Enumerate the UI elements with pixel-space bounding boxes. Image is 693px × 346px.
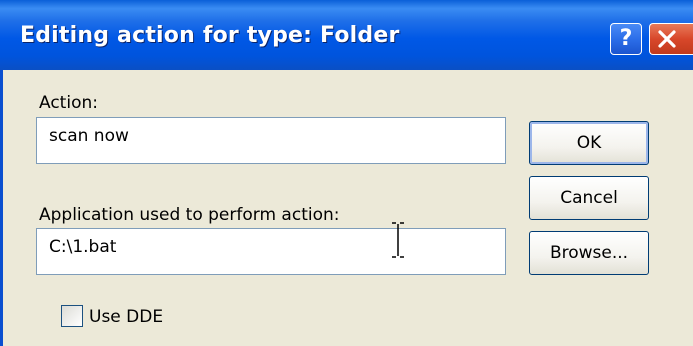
- edit-action-dialog: Editing action for type: Folder ? Action…: [0, 0, 693, 346]
- cancel-button[interactable]: Cancel: [529, 176, 649, 220]
- action-input[interactable]: scan now: [36, 117, 506, 164]
- browse-button[interactable]: Browse...: [529, 231, 649, 275]
- window-frame-left: [0, 70, 3, 346]
- action-label: Action:: [39, 93, 98, 113]
- close-button[interactable]: [649, 23, 693, 55]
- help-button[interactable]: ?: [610, 23, 642, 55]
- application-label: Application used to perform action:: [39, 205, 340, 225]
- use-dde-checkbox[interactable]: [61, 305, 83, 327]
- dialog-title: Editing action for type: Folder: [20, 23, 400, 48]
- help-icon: ?: [619, 26, 633, 51]
- application-input[interactable]: C:\1.bat: [36, 228, 506, 275]
- use-dde-label[interactable]: Use DDE: [89, 307, 163, 327]
- action-input-value: scan now: [49, 126, 129, 146]
- application-input-value: C:\1.bat: [49, 237, 117, 257]
- close-icon: [658, 30, 676, 48]
- ok-button[interactable]: OK: [529, 121, 649, 165]
- text-cursor-icon: [392, 222, 404, 258]
- title-bar[interactable]: Editing action for type: Folder ?: [0, 0, 693, 70]
